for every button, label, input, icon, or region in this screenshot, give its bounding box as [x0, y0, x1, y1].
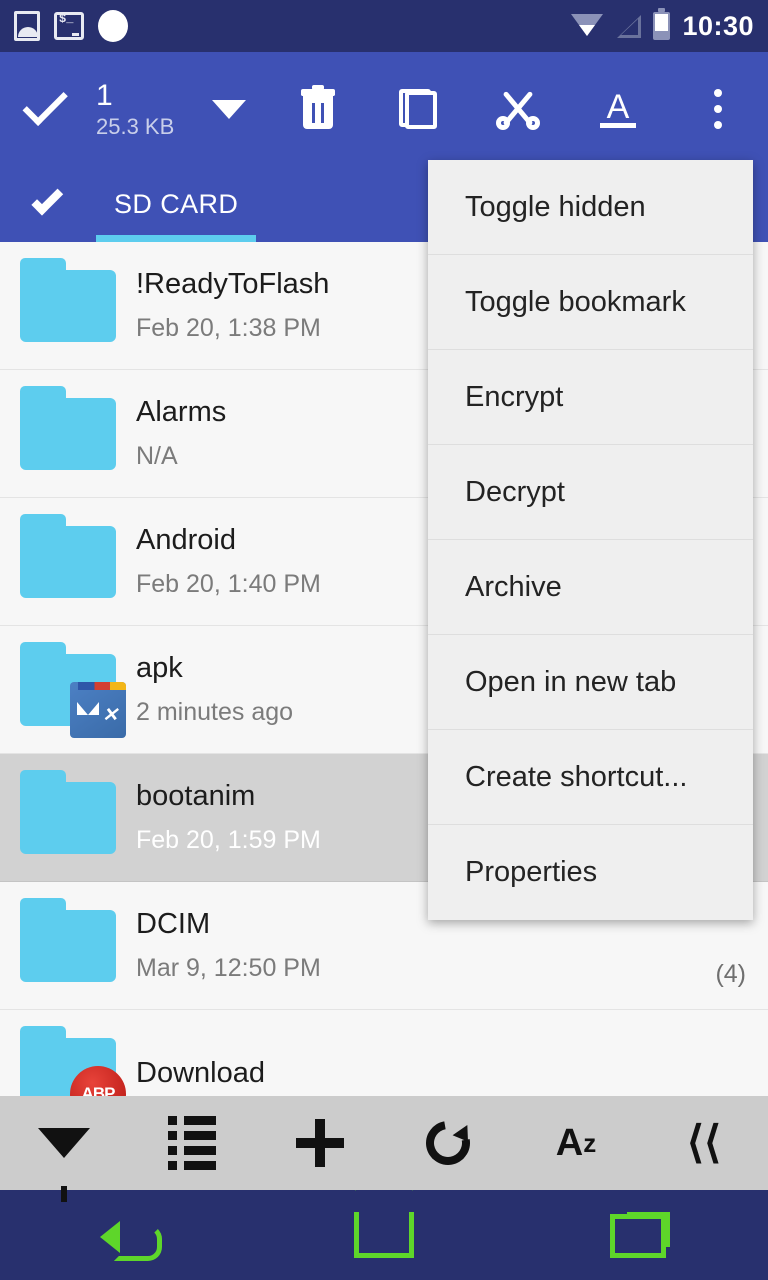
status-bar: 10:30: [0, 0, 768, 52]
menu-item-decrypt[interactable]: Decrypt: [428, 445, 753, 540]
plus-icon: [296, 1119, 344, 1167]
sort-button[interactable]: Az: [522, 1096, 630, 1190]
selection-action-bar: 1 25.3 KB A: [0, 52, 768, 166]
file-name: Download: [136, 1056, 265, 1089]
font-a-icon: A: [598, 88, 638, 130]
selection-size: 25.3 KB: [96, 114, 175, 140]
refresh-button[interactable]: [394, 1096, 502, 1190]
trash-icon: [301, 85, 335, 129]
row-meta: Download: [136, 1057, 768, 1090]
wifi-signal-icon: ⟨⟨: [686, 1118, 722, 1168]
status-system-icons: 10:30: [571, 8, 754, 42]
bottom-toolbar: Az ⟨⟨: [0, 1096, 768, 1202]
file-manager-screen: 10:30 1 25.3 KB: [0, 0, 768, 1280]
cut-button[interactable]: [468, 52, 568, 166]
overflow-context-menu[interactable]: Toggle hidden Toggle bookmark Encrypt De…: [428, 160, 753, 920]
copy-button[interactable]: [368, 52, 468, 166]
folder-icon-wrap: [0, 754, 136, 882]
menu-item-properties[interactable]: Properties: [428, 825, 753, 920]
back-arrow-icon: [100, 1215, 162, 1261]
selection-info: 1 25.3 KB: [96, 80, 206, 139]
folder-icon-wrap: [0, 882, 136, 1010]
menu-item-create-shortcut[interactable]: Create shortcut...: [428, 730, 753, 825]
menu-item-toggle-bookmark[interactable]: Toggle bookmark: [428, 255, 753, 350]
folder-icon-wrap: [0, 498, 136, 626]
rename-button[interactable]: A: [568, 52, 668, 166]
toolbar-actions: A: [268, 52, 768, 166]
network-button[interactable]: ⟨⟨: [650, 1096, 758, 1190]
sort-az-secondary: z: [583, 1128, 597, 1158]
folder-icon-wrap: ABP: [0, 1010, 136, 1096]
overflow-button[interactable]: [668, 52, 768, 166]
tab-active-underline: [96, 235, 257, 242]
folder-icon: [20, 769, 116, 854]
status-clock: 10:30: [682, 10, 754, 41]
refresh-icon: [417, 1112, 479, 1174]
terminal-icon: [54, 12, 84, 40]
table-row[interactable]: ABP Download: [0, 1010, 768, 1096]
select-all-button[interactable]: [0, 80, 96, 126]
folder-item-count: (4): [715, 960, 746, 988]
file-date: Mar 9, 12:50 PM: [136, 953, 321, 982]
delete-button[interactable]: [268, 52, 368, 166]
selection-dropdown-icon[interactable]: [212, 99, 246, 119]
sort-az-icon: A: [555, 1122, 584, 1164]
list-view-button[interactable]: [138, 1096, 246, 1190]
nav-home-button[interactable]: [284, 1190, 484, 1280]
apk-thumbnail-icon: ✕: [70, 681, 126, 738]
status-notification-icons: [14, 10, 128, 42]
check-icon: [22, 80, 68, 126]
more-vertical-icon: [714, 89, 722, 129]
folder-icon-wrap: [0, 370, 136, 498]
list-icon: [168, 1116, 216, 1170]
folder-icon: [20, 897, 116, 982]
android-navigation-bar: [0, 1190, 768, 1280]
tab-sd-card[interactable]: SD CARD: [96, 166, 257, 242]
scissors-icon: [496, 88, 540, 130]
recents-icon: [610, 1212, 670, 1258]
folder-icon: [20, 257, 116, 342]
cell-signal-icon: [615, 14, 642, 38]
battery-icon: [653, 8, 671, 40]
folder-icon: [20, 385, 116, 470]
home-icon: [354, 1212, 414, 1258]
folder-icon-wrap: [0, 242, 136, 370]
filter-button[interactable]: [10, 1096, 118, 1202]
filter-icon: [38, 1128, 90, 1202]
menu-item-archive[interactable]: Archive: [428, 540, 753, 635]
tab-label: SD CARD: [114, 188, 239, 219]
menu-item-open-in-new-tab[interactable]: Open in new tab: [428, 635, 753, 730]
image-icon: [14, 11, 40, 41]
copy-icon: [399, 89, 437, 129]
nav-back-button[interactable]: [28, 1190, 228, 1280]
chevron-down-icon: [31, 183, 64, 215]
nav-recents-button[interactable]: [540, 1190, 740, 1280]
breadcrumb-expand-button[interactable]: [0, 183, 96, 215]
wifi-icon: [571, 14, 604, 38]
menu-item-toggle-hidden[interactable]: Toggle hidden: [428, 160, 753, 255]
folder-icon: [20, 513, 116, 598]
folder-icon-wrap: ✕: [0, 626, 136, 754]
circle-icon: [98, 10, 128, 42]
menu-item-encrypt[interactable]: Encrypt: [428, 350, 753, 445]
add-button[interactable]: [266, 1096, 374, 1190]
selection-count: 1: [96, 78, 113, 112]
